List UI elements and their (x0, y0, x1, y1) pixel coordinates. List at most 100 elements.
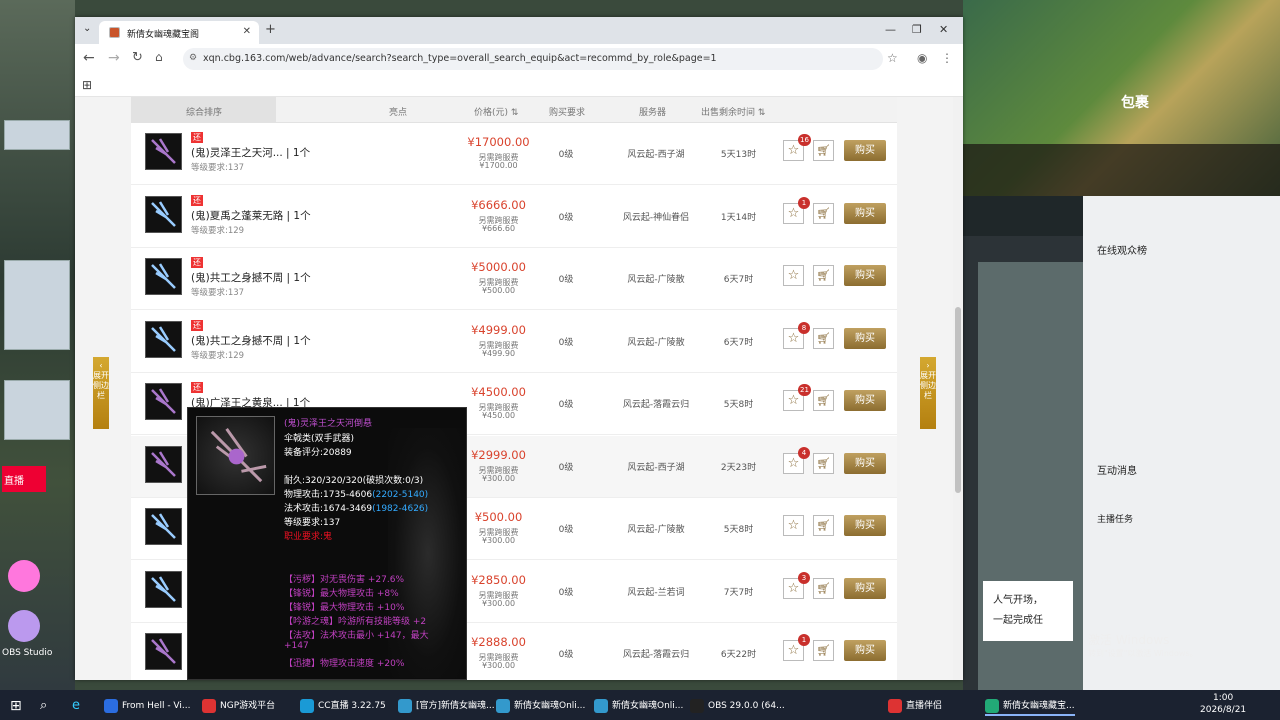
header-highlight: 亮点 (389, 108, 408, 118)
start-icon[interactable]: ⊞ (10, 696, 22, 716)
add-cart-icon[interactable]: 🛒︎ (813, 577, 834, 599)
taskbar-app[interactable]: [官方]新倩女幽魂... (398, 696, 495, 716)
equipment-name[interactable]: (鬼)灵泽王之天河... | 1个 (191, 145, 310, 160)
expand-sidebar-right-button[interactable]: › 展开侧边栏 (920, 357, 936, 429)
table-row[interactable]: 还 (鬼)共工之身撼不周 | 1个 等级要求:137 ¥5000.00 另需跨服… (131, 248, 897, 310)
bookmark-star-icon[interactable]: ☆ (887, 51, 898, 65)
scrollbar-thumb[interactable] (955, 307, 961, 493)
taskbar-app[interactable]: 新倩女幽魂Onli... (594, 696, 683, 716)
menu-icon[interactable]: ⋮ (941, 51, 953, 65)
equipment-name[interactable]: (鬼)夏禹之蓬莱无路 | 1个 (191, 208, 311, 223)
mag-atk-bonus: (1982-4626) (372, 504, 429, 514)
edge-icon[interactable]: e (72, 696, 80, 716)
game-window[interactable]: 包裹 (963, 0, 1280, 196)
remaining-time: 6天22时 (720, 650, 757, 660)
add-cart-icon[interactable]: 🛒︎ (813, 140, 834, 161)
favorite-star-icon[interactable]: ☆ 21 (783, 384, 811, 411)
buy-button[interactable]: 购买 (844, 327, 886, 349)
url-field[interactable]: ⚙ xqn.cbg.163.com/web/advance/search?sea… (183, 48, 883, 70)
table-row[interactable]: 还 (鬼)共工之身撼不周 | 1个 等级要求:129 ¥4999.00 另需跨服… (131, 310, 897, 373)
equipment-thumbnail[interactable] (145, 320, 182, 358)
browser-tab[interactable]: 新倩女幽魂藏宝阁 ✕ (99, 21, 259, 44)
game-hud (963, 144, 1280, 196)
maximize-icon[interactable]: ❐ (912, 23, 922, 36)
close-tab-icon[interactable]: ✕ (243, 26, 251, 37)
equipment-name[interactable]: (鬼)共工之身撼不周 | 1个 (191, 270, 311, 285)
equipment-thumbnail[interactable] (145, 258, 182, 295)
equipment-thumbnail[interactable] (145, 570, 182, 608)
home-icon[interactable]: ⌂ (155, 50, 163, 64)
taskbar-app[interactable]: From Hell - Vi... (104, 696, 190, 716)
favorite-star-icon[interactable]: ☆ 16 (783, 134, 811, 161)
equipment-thumbnail[interactable] (145, 133, 182, 170)
price: ¥5000.00 (471, 260, 526, 274)
remaining-time: 7天7时 (723, 587, 754, 598)
task-title: 主播任务 (1097, 515, 1134, 525)
avatar-icon[interactable] (8, 610, 40, 642)
taskbar-app[interactable]: 新倩女幽魂藏宝... (985, 696, 1075, 716)
favorite-star-icon[interactable]: ☆ (783, 265, 804, 286)
taskbar-app[interactable]: 直播伴侣 (888, 696, 942, 716)
buy-button[interactable]: 购买 (844, 140, 886, 161)
buy-requirement: 0级 (558, 587, 574, 598)
tab-list-icon[interactable]: ⌄ (83, 23, 91, 34)
add-cart-icon[interactable]: 🛒︎ (813, 515, 834, 536)
equipment-thumbnail[interactable] (145, 633, 182, 670)
buy-button[interactable]: 购买 (844, 577, 886, 599)
clock[interactable]: 1:00 2026/8/21 (1200, 692, 1246, 716)
table-row[interactable]: 还 (鬼)夏禹之蓬莱无路 | 1个 等级要求:129 ¥6666.00 另需跨服… (131, 185, 897, 248)
sort-comprehensive-tab[interactable]: 综合排序 (131, 97, 276, 123)
sort-time-tab[interactable]: 出售剩余时间 ⇅ (701, 105, 765, 118)
taskbar-app[interactable]: OBS 29.0.0 (64... (690, 696, 785, 716)
buy-button[interactable]: 购买 (844, 265, 886, 286)
favorite-star-icon[interactable]: ☆ 1 (783, 634, 810, 661)
minimize-icon[interactable]: — (885, 23, 896, 36)
favorite-star-icon[interactable]: ☆ 8 (783, 321, 810, 349)
site-info-icon[interactable]: ⚙ (189, 53, 197, 63)
buy-button[interactable]: 购买 (844, 640, 886, 661)
taskbar-app-label: 新倩女幽魂Onli... (514, 701, 586, 711)
desktop-thumbnail (4, 380, 70, 440)
server-name: 风云起-西子湖 (627, 150, 685, 160)
favorite-star-icon[interactable]: ☆ (783, 515, 804, 536)
buy-button[interactable]: 购买 (844, 202, 886, 224)
tooltip-bonus: 【锋锐】最大物理攻击 +8% (284, 589, 399, 599)
page-scrollbar[interactable] (953, 97, 963, 680)
phys-atk-bonus: (2202-5140) (372, 490, 429, 500)
table-row[interactable]: 还 (鬼)灵泽王之天河... | 1个 等级要求:137 ¥17000.00 另… (131, 123, 897, 185)
add-cart-icon[interactable]: 🛒︎ (813, 640, 834, 661)
equipment-name[interactable]: (鬼)共工之身撼不周 | 1个 (191, 333, 311, 348)
search-icon[interactable]: ⌕ (40, 696, 47, 716)
equipment-thumbnail[interactable] (145, 508, 182, 545)
equipment-thumbnail[interactable] (145, 195, 182, 233)
remaining-time: 5天13时 (720, 150, 757, 160)
add-cart-icon[interactable]: 🛒︎ (813, 452, 834, 474)
add-cart-icon[interactable]: 🛒︎ (813, 202, 834, 224)
equipment-thumbnail[interactable] (145, 383, 182, 420)
add-cart-icon[interactable]: 🛒︎ (813, 390, 834, 411)
buy-button[interactable]: 购买 (844, 390, 886, 411)
new-tab-icon[interactable]: + (265, 22, 276, 37)
equipment-thumbnail[interactable] (145, 445, 182, 483)
profile-icon[interactable]: ◉ (917, 51, 927, 65)
expand-sidebar-left-button[interactable]: ‹ 展开侧边栏 (93, 357, 109, 429)
add-cart-icon[interactable]: 🛒︎ (813, 265, 834, 286)
avatar-icon[interactable] (8, 560, 40, 592)
favorite-star-icon[interactable]: ☆ 4 (783, 446, 810, 474)
apps-grid-icon[interactable]: ⊞ (82, 78, 92, 92)
add-cart-icon[interactable]: 🛒︎ (813, 327, 834, 349)
reload-icon[interactable]: ↻ (132, 50, 143, 65)
close-window-icon[interactable]: ✕ (939, 23, 948, 36)
back-icon[interactable]: ← (83, 50, 95, 66)
taskbar-app[interactable]: CC直播 3.22.75 (300, 696, 386, 716)
live-icon[interactable]: 直播 (2, 466, 46, 492)
forward-icon[interactable]: → (108, 50, 120, 66)
buy-button[interactable]: 购买 (844, 515, 886, 536)
buy-button[interactable]: 购买 (844, 452, 886, 474)
favorite-star-icon[interactable]: ☆ 3 (783, 571, 810, 599)
sort-price-tab[interactable]: 价格(元) ⇅ (474, 105, 518, 118)
taskbar-app[interactable]: NGP游戏平台 (202, 696, 275, 716)
taskbar-app[interactable]: 新倩女幽魂Onli... (496, 696, 585, 716)
level-requirement: 等级要求:129 (191, 225, 245, 236)
favorite-star-icon[interactable]: ☆ 1 (783, 196, 810, 224)
